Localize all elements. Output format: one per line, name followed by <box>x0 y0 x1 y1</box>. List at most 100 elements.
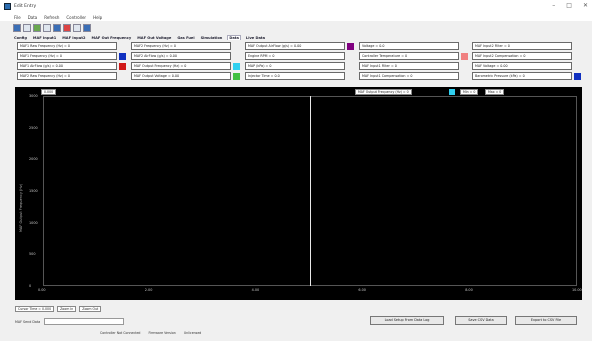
save-icon[interactable] <box>23 23 31 32</box>
settings-icon[interactable] <box>83 23 91 32</box>
param-field[interactable]: MAF Output AirFlow (g/s) = 0.00 <box>245 42 345 50</box>
write-icon[interactable] <box>53 23 61 32</box>
param-column: MAF Input2 Filter = 0 MAF Input2 Compensa… <box>472 42 586 82</box>
zoom-in-button[interactable]: Zoom In <box>57 305 77 312</box>
y-tick-label: 2000 <box>29 157 38 162</box>
tab-gas-fuel[interactable]: Gas Fuel <box>176 36 195 40</box>
x-tick-label: 6.00 <box>358 288 366 292</box>
param-field[interactable]: MAF Output Voltage = 0.00 <box>131 72 231 80</box>
param-field[interactable]: Engine RPM = 0 <box>245 52 345 60</box>
param-color-swatch[interactable] <box>461 52 468 60</box>
param-color-swatch[interactable] <box>233 62 240 70</box>
param-field[interactable]: MAF2 AirFlow (g/s) = 0.00 <box>131 52 231 60</box>
param-field[interactable]: Voltage = 0.0 <box>359 42 459 50</box>
param-field[interactable]: Barometric Pressure (kPa) = 0 <box>472 72 572 80</box>
chart-icon[interactable] <box>73 23 81 32</box>
y-tick-label: 1500 <box>29 189 38 193</box>
param-field[interactable]: MAF Output Frequency (Hz) = 0 <box>131 62 231 70</box>
param-color-swatch[interactable] <box>347 73 354 80</box>
param-row: MAF Voltage = 0.00 <box>472 62 586 71</box>
param-column: MAF1 Raw Frequency (Hz) = 0 MAF1 Frequenc… <box>17 42 131 82</box>
send-row: MAF Send Data <box>15 317 125 326</box>
param-color-swatch[interactable] <box>574 53 581 60</box>
maximize-button[interactable]: □ <box>566 2 572 9</box>
connect-icon[interactable] <box>33 23 41 32</box>
send-input[interactable] <box>44 318 125 325</box>
menu-data[interactable]: Data <box>28 15 38 20</box>
tab-live-data[interactable]: Live Data <box>245 36 266 40</box>
param-field[interactable]: MAF Input2 Compensation = 0 <box>472 52 572 60</box>
param-row: MAF1 Raw Frequency (Hz) = 0 <box>17 42 131 51</box>
param-row: MAF1 Frequency (Hz) = 0 <box>17 52 131 61</box>
read-icon[interactable] <box>43 23 51 32</box>
param-color-swatch[interactable] <box>119 62 126 70</box>
param-field[interactable]: MAF Input1 Compensation = 0 <box>359 72 459 80</box>
tab-bar: Config MAF Input1 MAF Input2 MAF Out Fre… <box>13 34 266 41</box>
menu-bar: File Data Refresh Controller Help <box>0 13 592 21</box>
menu-help[interactable]: Help <box>93 15 102 20</box>
param-field[interactable]: MAF Input2 Filter = 0 <box>472 42 572 50</box>
param-field[interactable]: MAF1 Frequency (Hz) = 0 <box>17 52 117 60</box>
param-field[interactable]: MAF2 Frequency (Hz) = 0 <box>131 42 231 50</box>
param-color-swatch[interactable] <box>347 63 354 70</box>
param-color-swatch[interactable] <box>119 73 126 80</box>
zoom-out-button[interactable]: Zoom Out <box>79 305 102 312</box>
param-field[interactable]: MAF Input1 Filter = 0 <box>359 62 459 70</box>
param-field[interactable]: Controller Temperature = 0 <box>359 52 459 60</box>
tab-maf-input2[interactable]: MAF Input2 <box>61 36 86 40</box>
tab-simulation[interactable]: Simulation <box>200 36 224 40</box>
param-row: Controller Temperature = 0 <box>359 52 473 61</box>
tab-maf-out-voltage[interactable]: MAF Out Voltage <box>136 36 172 40</box>
minimize-button[interactable]: – <box>552 2 555 9</box>
record-icon[interactable] <box>63 23 71 32</box>
param-row: MAF1 AirFlow (g/s) = 0.00 <box>17 62 131 71</box>
parameter-panel: MAF1 Raw Frequency (Hz) = 0 MAF1 Frequenc… <box>17 42 587 85</box>
cursor-time-field: Cursor Time = 0.000 <box>15 305 55 312</box>
param-row: Injector Time = 0.0 <box>245 72 359 81</box>
tab-data[interactable]: Data <box>227 35 241 40</box>
param-row: MAF Input2 Filter = 0 <box>472 42 586 51</box>
param-color-swatch[interactable] <box>119 52 126 60</box>
send-label: MAF Send Data <box>15 319 41 324</box>
param-color-swatch[interactable] <box>347 42 354 50</box>
param-field[interactable]: MAF1 AirFlow (g/s) = 0.00 <box>17 62 117 70</box>
status-bar: Controller Not Connected Firmware Versio… <box>100 331 201 335</box>
param-color-swatch[interactable] <box>461 43 468 50</box>
load-setup-button[interactable]: Load Setup From Data Log <box>370 316 444 325</box>
save-csv-button[interactable]: Save CSV Data <box>455 316 507 325</box>
plot-cursor-value: 0.000 <box>41 89 57 95</box>
param-color-swatch[interactable] <box>119 43 126 50</box>
cursor-line[interactable] <box>310 96 311 286</box>
window-title: Edit Entry <box>14 4 37 9</box>
open-icon[interactable] <box>13 23 21 32</box>
param-color-swatch[interactable] <box>574 63 581 70</box>
tab-maf-input1[interactable]: MAF Input1 <box>32 36 57 40</box>
menu-refresh[interactable]: Refresh <box>44 15 59 20</box>
menu-controller[interactable]: Controller <box>66 15 86 20</box>
param-field[interactable]: MAP (kPa) = 0 <box>245 62 345 70</box>
param-field[interactable]: MAF1 Raw Frequency (Hz) = 0 <box>17 42 117 50</box>
param-field[interactable]: MAF Voltage = 0.00 <box>472 62 572 70</box>
tab-maf-out-frequency[interactable]: MAF Out Frequency <box>91 36 133 40</box>
param-color-swatch[interactable] <box>461 63 468 70</box>
x-tick-label: 0.00 <box>38 288 46 292</box>
param-field[interactable]: Injector Time = 0.0 <box>245 72 345 80</box>
param-row: Engine RPM = 0 <box>245 52 359 61</box>
plot-min-label: Min = 0 <box>460 89 479 95</box>
param-field[interactable]: MAF2 Raw Frequency (Hz) = 0 <box>17 72 117 80</box>
param-color-swatch[interactable] <box>461 73 468 80</box>
param-color-swatch[interactable] <box>574 43 581 50</box>
param-color-swatch[interactable] <box>574 72 581 80</box>
plot-series-label: MAF Output Frequency (Hz) = 0 <box>355 89 412 95</box>
param-row: MAF2 Raw Frequency (Hz) = 0 <box>17 72 131 81</box>
x-tick-label: 10.00 <box>572 288 582 292</box>
tab-config[interactable]: Config <box>13 36 28 40</box>
close-button[interactable]: ✕ <box>583 2 588 9</box>
export-csv-button[interactable]: Export to CSV File <box>515 316 577 325</box>
param-row: MAF Output AirFlow (g/s) = 0.00 <box>245 42 359 51</box>
param-color-swatch[interactable] <box>233 53 240 60</box>
menu-file[interactable]: File <box>14 15 21 20</box>
param-color-swatch[interactable] <box>233 72 240 80</box>
param-color-swatch[interactable] <box>233 43 240 50</box>
param-color-swatch[interactable] <box>347 53 354 60</box>
